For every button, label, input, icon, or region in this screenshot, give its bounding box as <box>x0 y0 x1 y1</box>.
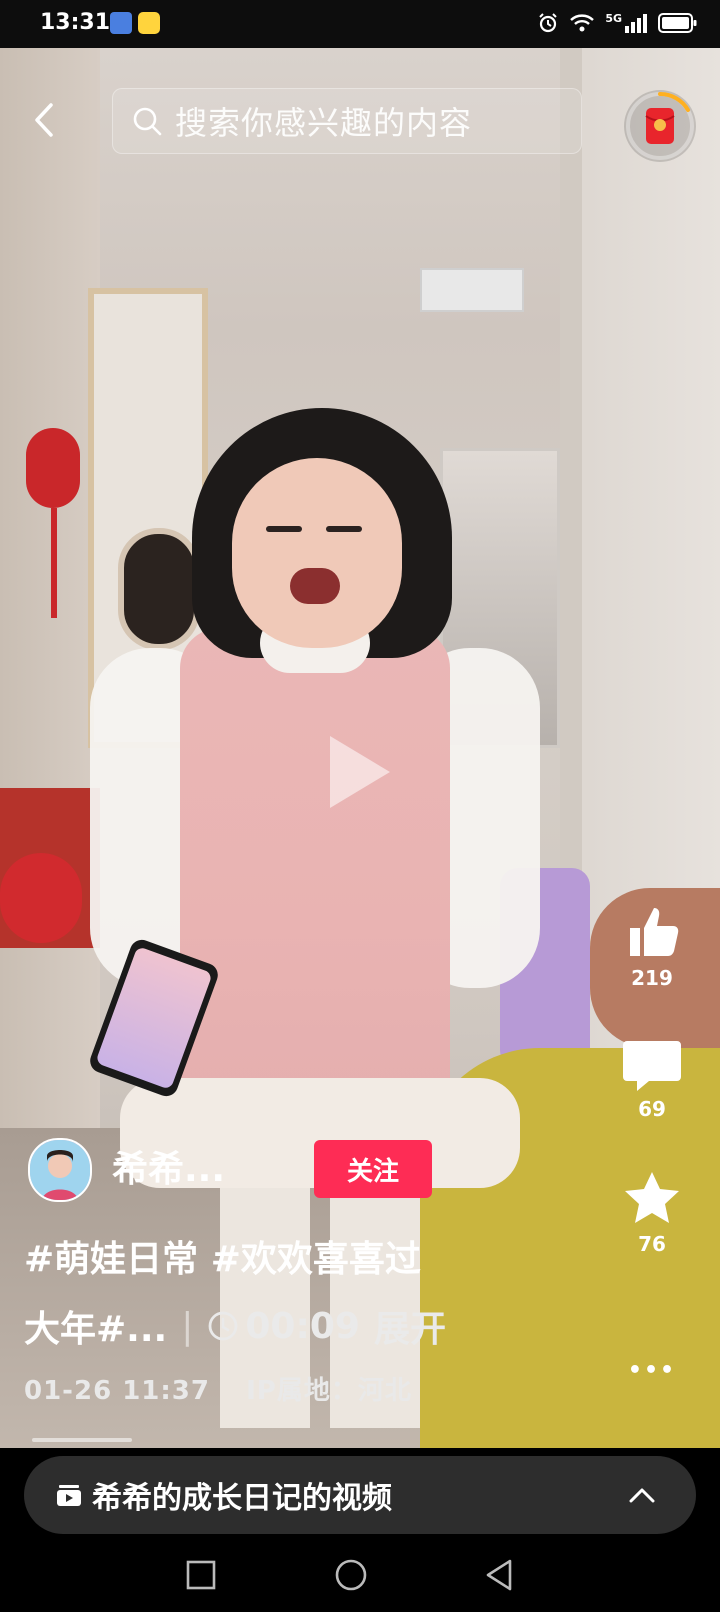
chevron-left-icon <box>35 103 53 137</box>
avatar-image <box>30 1140 90 1200</box>
scene-ceiling-light <box>420 268 524 312</box>
play-icon[interactable] <box>330 736 390 808</box>
video-duration: 00:09 <box>207 1306 360 1347</box>
comment-count: 69 <box>638 1097 666 1121</box>
child-mouth <box>290 568 340 604</box>
caption-text[interactable]: #萌娃日常 #欢欢喜喜过 <box>24 1230 421 1282</box>
wifi-icon <box>570 14 595 32</box>
red-packet-icon <box>626 91 694 160</box>
back-button[interactable] <box>28 100 60 140</box>
notification-app-icon <box>110 12 132 34</box>
notification-app-icon <box>138 12 160 34</box>
favorite-count: 76 <box>638 1232 666 1256</box>
system-nav-bar <box>0 1536 720 1612</box>
author-username[interactable]: 希希... <box>112 1140 225 1192</box>
comment-icon <box>623 1041 681 1091</box>
status-time: 13:31 <box>40 10 111 35</box>
comment-button[interactable]: 69 <box>612 1035 692 1121</box>
video-progress-bar[interactable] <box>32 1438 132 1442</box>
search-input[interactable]: 搜索你感兴趣的内容 <box>112 88 582 154</box>
duration-text: 00:09 <box>245 1305 360 1347</box>
caption-divider: | <box>181 1305 194 1347</box>
child-eye <box>266 526 302 532</box>
post-meta: 01-26 11:37 IP属地：河北 <box>24 1370 412 1407</box>
avatar[interactable] <box>28 1138 92 1202</box>
collection-bar[interactable]: 希希的成长日记的视频 <box>24 1456 696 1534</box>
like-button[interactable]: 219 <box>612 900 692 990</box>
child-face <box>232 458 402 648</box>
scene-tassel <box>51 508 57 618</box>
thumbs-up-icon <box>630 908 679 956</box>
status-icons: 5G <box>537 8 698 38</box>
collection-icon <box>57 1485 81 1506</box>
scene-chinese-knot <box>26 428 80 508</box>
more-icon: ••• <box>627 1358 677 1383</box>
post-date: 01-26 11:37 <box>24 1376 210 1406</box>
alarm-icon <box>539 13 558 33</box>
home-icon[interactable] <box>334 1558 368 1592</box>
caption-second-line: 大年#... | 00:09 展开 <box>24 1300 446 1352</box>
favorite-button[interactable]: 76 <box>612 1168 692 1256</box>
collection-title: 希希的成长日记的视频 <box>92 1481 392 1516</box>
caption-text-cont[interactable]: 大年#... <box>24 1300 167 1352</box>
search-placeholder: 搜索你感兴趣的内容 <box>175 104 473 142</box>
scene-pillar <box>560 48 582 908</box>
back-nav-icon[interactable] <box>484 1558 514 1592</box>
ip-location: IP属地：河北 <box>246 1376 412 1406</box>
search-icon <box>133 107 162 136</box>
battery-icon <box>658 13 697 33</box>
clock-icon <box>208 1311 238 1341</box>
follow-button[interactable]: 关注 <box>314 1140 432 1198</box>
like-count: 219 <box>631 966 673 990</box>
chevron-up-icon[interactable] <box>628 1486 656 1504</box>
expand-button[interactable]: 展开 <box>374 1300 446 1352</box>
network-type: 5G <box>605 11 622 25</box>
child-eye <box>326 526 362 532</box>
scene-mirror <box>118 528 200 650</box>
more-button[interactable]: ••• <box>612 1358 692 1383</box>
child-dress <box>180 628 450 1128</box>
scene-red-speaker <box>0 853 82 943</box>
signal-icon <box>625 14 647 33</box>
star-icon <box>625 1172 679 1223</box>
red-packet-button[interactable] <box>624 90 696 162</box>
status-bar: 13:31 5G <box>0 0 720 48</box>
recents-icon[interactable] <box>186 1560 216 1590</box>
